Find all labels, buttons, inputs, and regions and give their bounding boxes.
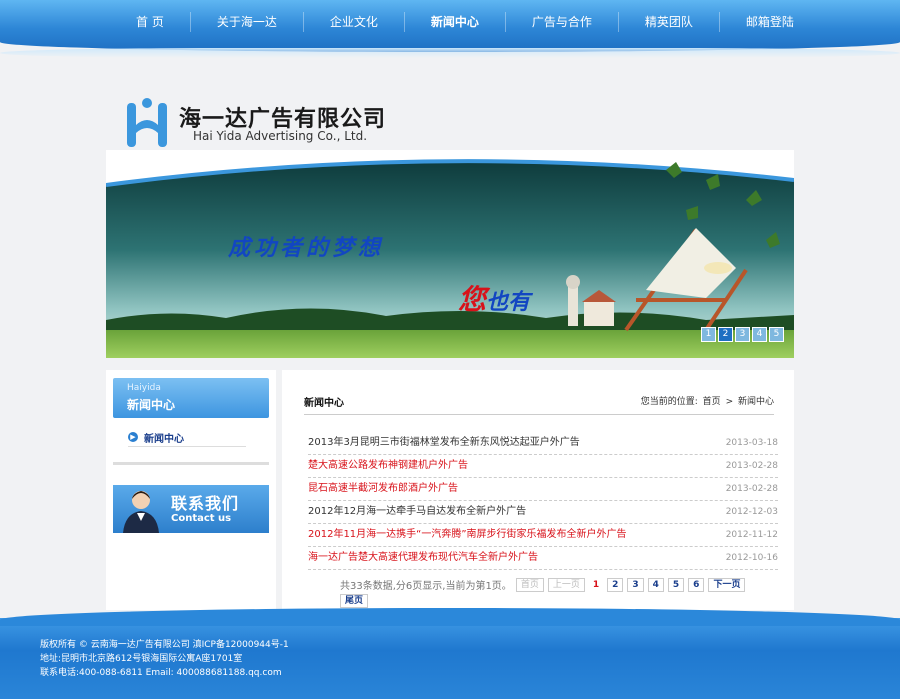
page-title: 新闻中心 (304, 398, 344, 409)
sidebar-header: Haiyida 新闻中心 (113, 378, 269, 418)
slide-button-3[interactable]: 3 (735, 327, 750, 342)
news-title-link[interactable]: 2012年11月海一达携手“一汽奔腾”南屏步行街家乐福发布全新户外广告 (308, 524, 627, 546)
news-list: 2013年3月昆明三市街福林堂发布全新东风悦达起亚户外广告 2013-03-18… (308, 432, 778, 570)
page-number-3[interactable]: 3 (627, 577, 644, 592)
logo-mark-icon (127, 98, 167, 147)
news-date: 2013-02-28 (725, 461, 778, 471)
breadcrumb-separator: > (725, 397, 734, 407)
customer-service-person-icon (123, 491, 159, 533)
arrow-right-icon: ▶ (128, 432, 138, 442)
banner-slogan-line2: 您也有 (458, 278, 530, 318)
news-item: 2012年11月海一达携手“一汽奔腾”南屏步行街家乐福发布全新户外广告 2012… (308, 524, 778, 547)
banner-slogan-line1: 成功者的梦想 (228, 235, 385, 261)
news-date: 2012-10-16 (725, 553, 778, 563)
contact-us-banner[interactable]: 联系我们 Contact us (113, 485, 269, 533)
page-number-4[interactable]: 4 (647, 577, 664, 592)
first-page-button[interactable]: 首页 (515, 577, 544, 592)
slide-button-1[interactable]: 1 (701, 327, 716, 342)
top-nav-band: 首 页 关于海一达 企业文化 新闻中心 广告与合作 精英团队 邮箱登陆 (0, 0, 900, 58)
slide-button-2[interactable]: 2 (718, 327, 733, 342)
sidebar-header-cn: 新闻中心 (127, 398, 176, 412)
footer-copyright: 版权所有 © 云南海一达广告有限公司 滇ICP备12000944号-1 (40, 640, 289, 650)
nav-item-news[interactable]: 新闻中心 (405, 12, 506, 32)
news-item: 2013年3月昆明三市街福林堂发布全新东风悦达起亚户外广告 2013-03-18 (308, 432, 778, 455)
breadcrumb-prefix: 您当前的位置: (640, 397, 698, 407)
news-date: 2012-11-12 (725, 530, 778, 540)
breadcrumb-current[interactable]: 新闻中心 (738, 397, 774, 407)
slide-button-5[interactable]: 5 (769, 327, 784, 342)
last-page-button[interactable]: 尾页 (340, 594, 369, 608)
main-content: 新闻中心 您当前的位置: 首页 > 新闻中心 2013年3月昆明三市街福林堂发布… (282, 370, 794, 610)
prev-page-button[interactable]: 上一页 (547, 577, 585, 592)
news-date: 2013-02-28 (725, 484, 778, 494)
news-title-link[interactable]: 楚大高速公路发布神钢建机户外广告 (308, 455, 468, 477)
contact-us-title-en: Contact us (171, 513, 232, 524)
contact-us-title-cn: 联系我们 (171, 494, 240, 513)
page-number-5[interactable]: 5 (667, 577, 685, 592)
banner-slide-pager: 1 2 3 4 5 (701, 327, 784, 342)
nav-item-home[interactable]: 首 页 (110, 12, 191, 32)
news-title-link[interactable]: 2012年12月海一达牵手马自达发布全新户外广告 (308, 501, 526, 523)
news-title-link[interactable]: 2013年3月昆明三市街福林堂发布全新东风悦达起亚户外广告 (308, 432, 580, 454)
banner-scene-image (106, 159, 794, 358)
pagination-summary: 共33条数据,分6页显示,当前为第1页。 (340, 581, 512, 592)
hero-banner: 成功者的梦想 您也有 1 2 3 4 5 (106, 150, 794, 358)
breadcrumb: 您当前的位置: 首页 > 新闻中心 (639, 394, 774, 407)
header-divider (304, 414, 774, 415)
page-number-2[interactable]: 2 (607, 577, 624, 592)
news-item: 2012年12月海一达牵手马自达发布全新户外广告 2012-12-03 (308, 501, 778, 524)
slide-button-4[interactable]: 4 (752, 327, 767, 342)
sidebar-divider (113, 462, 269, 465)
news-title-link[interactable]: 海一达广告楚大高速代理发布现代汽车全新户外广告 (308, 547, 538, 569)
footer: 版权所有 © 云南海一达广告有限公司 滇ICP备12000944号-1 地址:昆… (0, 608, 900, 699)
news-date: 2012-12-03 (725, 507, 778, 517)
footer-contact: 联系电话:400-088-6811 Email: 400088681188.qq… (40, 668, 282, 678)
banner-slogan-red: 您 (458, 283, 487, 316)
page-number-6[interactable]: 6 (688, 577, 705, 592)
news-item: 昆石高速半截河发布郎酒户外广告 2013-02-28 (308, 478, 778, 501)
nav-item-advertising[interactable]: 广告与合作 (506, 12, 619, 32)
news-date: 2013-03-18 (725, 438, 778, 448)
nav-item-culture[interactable]: 企业文化 (304, 12, 405, 32)
breadcrumb-home[interactable]: 首页 (703, 397, 721, 407)
sidebar-header-en: Haiyida (127, 383, 161, 393)
content-header: 新闻中心 您当前的位置: 首页 > 新闻中心 (304, 394, 774, 410)
nav-item-about[interactable]: 关于海一达 (191, 12, 304, 32)
company-name-en: Hai Yida Advertising Co., Ltd. (193, 129, 368, 143)
sidebar-item-news[interactable]: ▶ 新闻中心 (128, 428, 246, 447)
footer-address: 地址:昆明市北京路612号银海国际公寓A座1701室 (40, 654, 243, 664)
news-title-link[interactable]: 昆石高速半截河发布郎酒户外广告 (308, 478, 458, 500)
nav-item-mail-login[interactable]: 邮箱登陆 (720, 12, 820, 32)
news-item: 海一达广告楚大高速代理发布现代汽车全新户外广告 2012-10-16 (308, 547, 778, 570)
nav-item-team[interactable]: 精英团队 (619, 12, 720, 32)
sidebar-item-label: 新闻中心 (144, 433, 184, 445)
banner-slogan-blue: 也有 (486, 289, 531, 315)
next-page-button[interactable]: 下一页 (708, 577, 746, 592)
news-item: 楚大高速公路发布神钢建机户外广告 2013-02-28 (308, 455, 778, 478)
pagination: 共33条数据,分6页显示,当前为第1页。 首页 上一页 1 2 3 4 5 6 … (340, 577, 760, 608)
sidebar: Haiyida 新闻中心 ▶ 新闻中心 联系我们 Contact us (106, 370, 276, 610)
page-number-1[interactable]: 1 (588, 578, 604, 591)
footer-info: 版权所有 © 云南海一达广告有限公司 滇ICP备12000944号-1 地址:昆… (40, 638, 289, 680)
company-logo[interactable]: 海一达广告有限公司 Hai Yida Advertising Co., Ltd. (125, 95, 395, 155)
main-nav: 首 页 关于海一达 企业文化 新闻中心 广告与合作 精英团队 邮箱登陆 (110, 0, 820, 44)
